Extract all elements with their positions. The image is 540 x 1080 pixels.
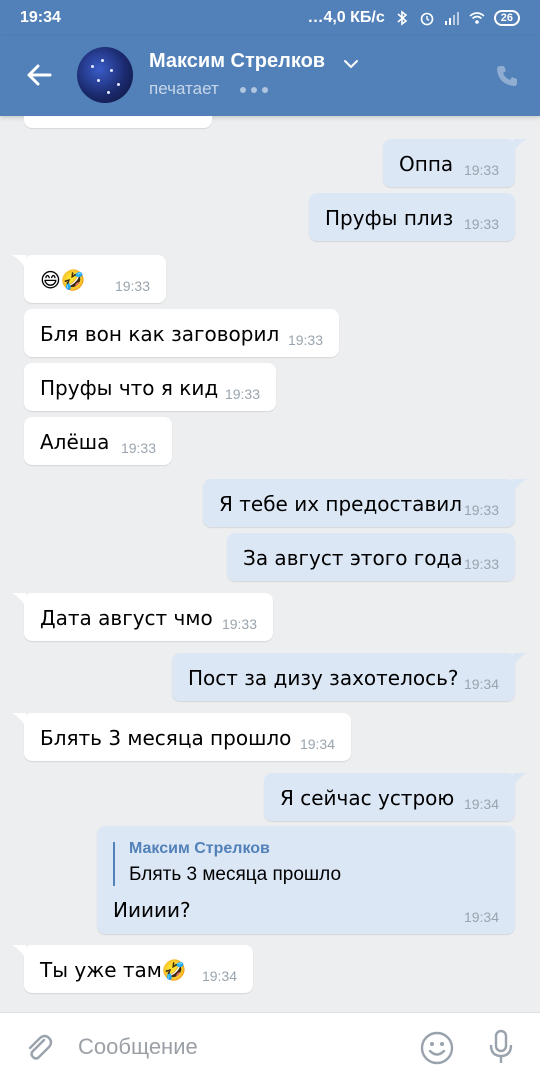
message-text: Ты уже там🤣	[40, 958, 187, 982]
outgoing-message[interactable]: Пруфы плиз 19:33	[309, 193, 515, 241]
bubble-tail	[513, 653, 527, 667]
bubble-tail	[12, 945, 26, 959]
outgoing-message[interactable]: За август этого года 19:33	[227, 533, 515, 581]
message-input[interactable]	[78, 1027, 408, 1067]
incoming-message[interactable]: Пруфы что я кид 19:33	[24, 363, 276, 411]
message-time: 19:34	[463, 676, 499, 692]
incoming-message[interactable]: Дата август чмо 19:33	[12, 593, 273, 641]
paperclip-icon[interactable]	[22, 1031, 56, 1065]
status-time: 19:34	[20, 9, 61, 26]
message-text: Я сейчас устрою	[280, 786, 455, 810]
outgoing-message[interactable]: Я тебе их предоставил 19:33	[203, 479, 527, 527]
avatar[interactable]	[77, 47, 133, 103]
typing-dots-icon	[240, 87, 268, 93]
chat-header: Максим Стрелков печатает	[0, 36, 540, 116]
message-text: Бля вон как заговорил	[40, 322, 280, 346]
message-text: Дата август чмо	[40, 606, 213, 630]
outgoing-message[interactable]: Максим Стрелков Блять 3 месяца прошло Ииии…	[97, 826, 515, 934]
chevron-down-icon[interactable]	[343, 58, 359, 70]
message-list[interactable]: Оппа 19:33 Пруфы плиз 19:33 😄🤣 19:33 Бля вон к…	[0, 116, 540, 1012]
outgoing-message[interactable]: Оппа 19:33	[383, 139, 527, 187]
message-text: Я тебе их предоставил	[219, 492, 463, 516]
reply-quote-bar	[113, 842, 115, 886]
message-bubble-partial	[24, 116, 212, 128]
message-time: 19:33	[224, 386, 260, 402]
message-time: 19:33	[463, 162, 499, 178]
message-text: Блять 3 месяца прошло	[40, 726, 292, 750]
message-time: 19:33	[120, 440, 156, 456]
composer-bar	[0, 1012, 540, 1080]
incoming-message[interactable]: Алёша 19:33	[24, 417, 172, 465]
reply-author: Максим Стрелков	[129, 840, 270, 857]
message-time: 19:33	[287, 332, 323, 348]
message-time: 19:33	[463, 502, 499, 518]
message-text: Иииии?	[113, 898, 191, 922]
message-time: 19:33	[114, 278, 150, 294]
bubble-tail	[12, 713, 26, 727]
network-speed: …4,0 КБ/с	[307, 9, 385, 26]
message-time: 19:33	[221, 616, 257, 632]
reply-text: Блять 3 месяца прошло	[129, 864, 342, 885]
message-time: 19:34	[463, 796, 499, 812]
incoming-message[interactable]: Бля вон как заговорил 19:33	[24, 309, 339, 357]
smiley-icon[interactable]	[419, 1030, 455, 1066]
battery-indicator: 26	[493, 10, 520, 26]
phone-icon[interactable]	[494, 63, 520, 89]
message-time: 19:34	[201, 968, 237, 984]
bubble-tail	[513, 139, 527, 153]
arrow-left-icon[interactable]	[22, 58, 56, 92]
message-time: 19:33	[463, 216, 499, 232]
bubble-tail	[12, 255, 26, 269]
message-text: За август этого года	[243, 546, 463, 570]
bluetooth-icon	[397, 10, 408, 26]
typing-status: печатает	[149, 79, 219, 98]
message-text: Оппа	[399, 152, 454, 176]
message-time: 19:34	[299, 736, 335, 752]
message-time: 19:34	[463, 909, 499, 925]
incoming-message[interactable]: 😄🤣 19:33	[12, 255, 166, 303]
wifi-icon	[469, 12, 485, 24]
message-text: Пруфы плиз	[325, 206, 454, 230]
status-bar: 19:34 …4,0 КБ/с 26	[0, 0, 540, 36]
alarm-icon	[420, 12, 434, 26]
signal-icon	[444, 12, 459, 25]
bubble-tail	[12, 593, 26, 607]
incoming-message[interactable]: Блять 3 месяца прошло 19:34	[12, 713, 351, 761]
message-text: Алёша	[40, 430, 110, 454]
message-time: 19:33	[463, 556, 499, 572]
microphone-icon[interactable]	[484, 1028, 518, 1066]
status-icons: …4,0 КБ/с 26	[307, 9, 520, 27]
message-text: Пруфы что я кид	[40, 376, 219, 400]
bubble-tail	[513, 773, 527, 787]
incoming-message[interactable]: Ты уже там🤣 19:34	[12, 945, 253, 993]
bubble-tail	[513, 479, 527, 493]
outgoing-message[interactable]: Пост за дизу захотелось? 19:34	[172, 653, 527, 701]
message-text: Пост за дизу захотелось?	[188, 666, 459, 690]
message-text: 😄🤣	[40, 268, 86, 292]
contact-name[interactable]: Максим Стрелков	[149, 50, 325, 73]
outgoing-message[interactable]: Я сейчас устрою 19:34	[264, 773, 527, 821]
